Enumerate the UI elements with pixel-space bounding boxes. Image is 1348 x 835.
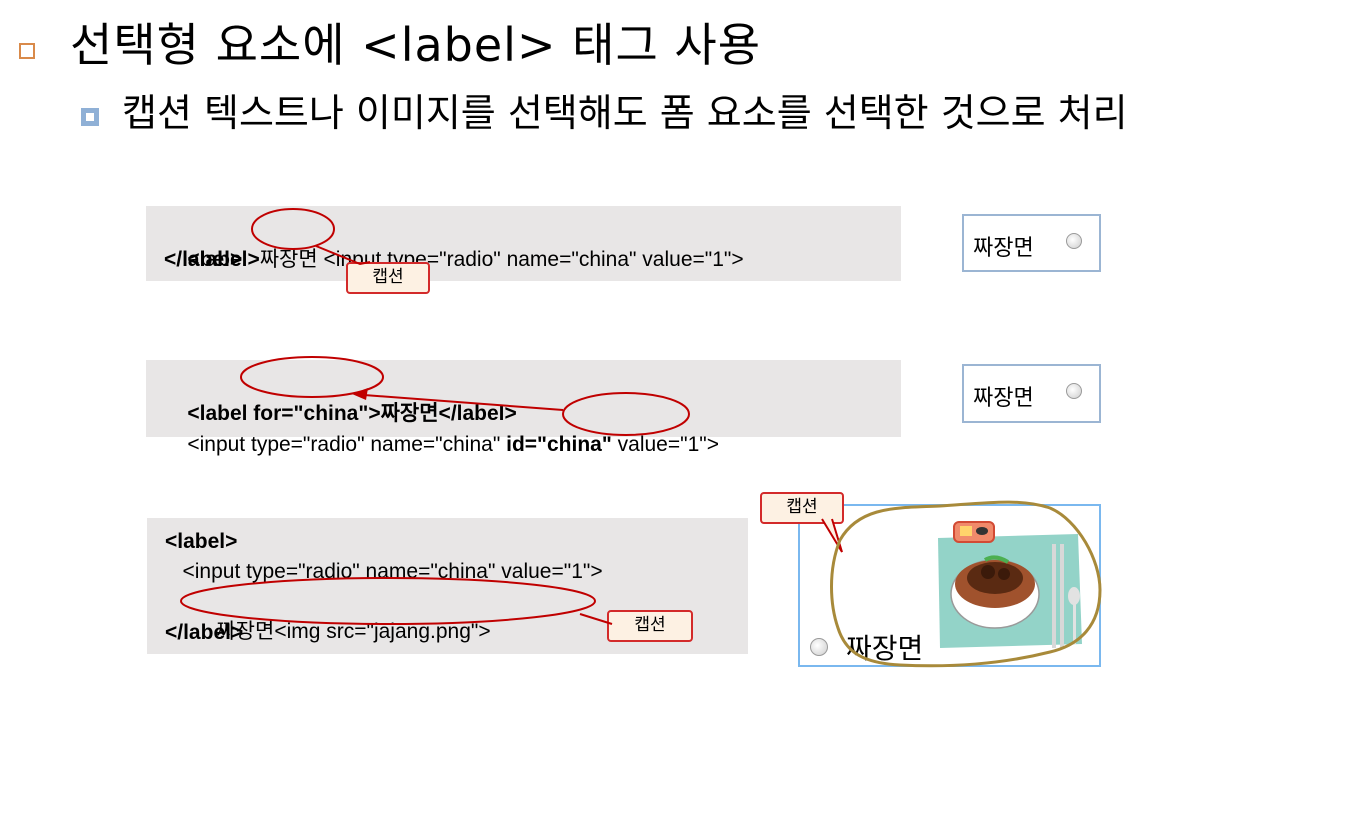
callout-pointer [579,613,613,625]
link-arrow [363,394,564,411]
image-caption-outline [830,500,1102,668]
caption-img-ellipse [180,577,596,625]
arrow-head [352,388,368,400]
annotation-overlay [180,208,1102,668]
caption-highlight-ellipse [251,208,335,250]
callout-pointer [315,245,371,266]
id-attr-ellipse [562,392,690,436]
